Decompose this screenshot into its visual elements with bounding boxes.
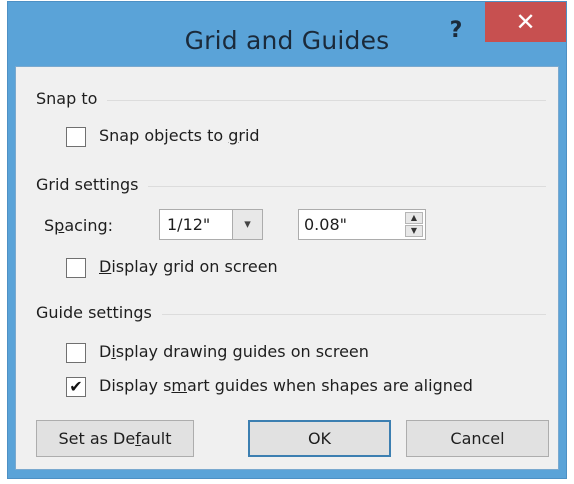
guide-settings-heading: Guide settings <box>36 303 162 322</box>
snap-to-heading: Snap to <box>36 89 108 108</box>
spacing-value[interactable]: 0.08" <box>304 215 347 234</box>
close-icon: ✕ <box>515 8 536 36</box>
snap-to-group-header: Snap to <box>36 89 546 113</box>
close-button[interactable]: ✕ <box>485 2 566 42</box>
grid-settings-heading: Grid settings <box>36 175 149 194</box>
set-as-default-button[interactable]: Set as Default <box>36 420 194 457</box>
spacing-select-value: 1/12" <box>167 215 211 234</box>
drawing-guides-checkbox[interactable] <box>66 343 86 363</box>
smart-guides-checkbox[interactable]: ✔ <box>66 377 86 397</box>
title-bar[interactable]: Grid and Guides ? ✕ <box>8 2 566 66</box>
spacing-select[interactable]: 1/12" ▾ <box>159 209 263 240</box>
help-button[interactable]: ? <box>444 16 468 46</box>
display-grid-label[interactable]: Display grid on screen <box>99 257 278 276</box>
spin-up-icon[interactable]: ▲ <box>405 212 423 224</box>
smart-guides-label[interactable]: Display smart guides when shapes are ali… <box>99 376 473 395</box>
spacing-value-spinner[interactable]: 0.08" ▲ ▼ <box>298 209 426 240</box>
snap-objects-to-grid-checkbox[interactable] <box>66 127 86 147</box>
grid-settings-group-header: Grid settings <box>36 175 546 199</box>
ok-button[interactable]: OK <box>248 420 391 457</box>
chevron-down-icon[interactable]: ▾ <box>232 210 262 239</box>
snap-objects-to-grid-label[interactable]: Snap objects to grid <box>99 126 260 145</box>
group-divider <box>36 100 546 101</box>
spin-buttons: ▲ ▼ <box>405 212 423 237</box>
display-grid-checkbox[interactable] <box>66 258 86 278</box>
dialog-body: Snap to Snap objects to grid Grid settin… <box>15 66 559 470</box>
dialog-title: Grid and Guides <box>184 26 390 55</box>
cancel-button[interactable]: Cancel <box>406 420 549 457</box>
spacing-label: Spacing: <box>44 216 114 235</box>
dialog-window: Grid and Guides ? ✕ Snap to Snap objects… <box>7 1 567 479</box>
spin-down-icon[interactable]: ▼ <box>405 225 423 237</box>
drawing-guides-label[interactable]: Display drawing guides on screen <box>99 342 369 361</box>
guide-settings-group-header: Guide settings <box>36 303 546 327</box>
